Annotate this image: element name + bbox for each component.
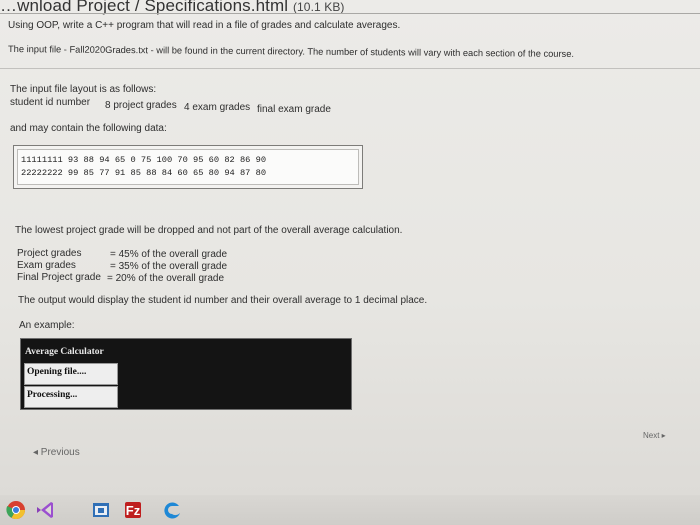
chrome-icon[interactable] <box>6 500 26 520</box>
edge-icon[interactable] <box>163 500 183 520</box>
next-link[interactable]: Next ▸ <box>643 431 666 440</box>
field-exam-grades: 4 exam grades <box>184 102 251 113</box>
weight-value-exam: = 35% of the overall grade <box>110 261 228 272</box>
field-project-grades: 8 project grades <box>105 100 177 111</box>
intro-line-2: The input file - Fall2020Grades.txt - wi… <box>7 44 575 59</box>
sample-label: and may contain the following data: <box>10 123 167 134</box>
intro-line-1: Using OOP, write a C++ program that will… <box>8 20 401 31</box>
visual-studio-icon[interactable] <box>35 500 55 520</box>
weight-label-project: Project grades <box>17 248 82 259</box>
svg-text:Fz: Fz <box>126 503 141 518</box>
field-student-id: student id number <box>10 97 91 108</box>
console-processing-text: Processing... <box>27 390 78 400</box>
output-note: The output would display the student id … <box>18 295 428 306</box>
console-opening-line: Opening file.... <box>24 363 118 385</box>
weight-value-final: = 20% of the overall grade <box>107 273 225 284</box>
file-size: (10.1 KB) <box>292 0 345 14</box>
sample-data-box: 11111111 93 88 94 65 0 75 100 70 95 60 8… <box>13 145 363 189</box>
previous-link[interactable]: ◂ Previous <box>33 447 80 458</box>
drop-note: The lowest project grade will be dropped… <box>15 225 403 236</box>
title-divider <box>0 13 700 14</box>
console-processing-line: Processing... <box>24 386 118 408</box>
field-final-exam: final exam grade <box>257 104 331 115</box>
section-divider <box>0 68 700 69</box>
sample-row-1: 11111111 93 88 94 65 0 75 100 70 95 60 8… <box>21 155 267 165</box>
example-label: An example: <box>19 320 75 331</box>
app-window-icon[interactable] <box>91 500 111 520</box>
sample-row-2: 22222222 99 85 77 91 85 88 84 60 65 80 9… <box>21 168 267 178</box>
console-output: Average Calculator Opening file.... Proc… <box>20 338 352 410</box>
taskbar: Fz <box>0 495 700 525</box>
document-page: …wnload Project / Specifications.html (1… <box>0 0 700 495</box>
weight-value-project: = 45% of the overall grade <box>110 249 228 260</box>
weight-label-exam: Exam grades <box>17 260 76 271</box>
filezilla-icon[interactable]: Fz <box>123 500 143 520</box>
layout-heading: The input file layout is as follows: <box>10 84 157 95</box>
console-opening-text: Opening file.... <box>27 367 87 377</box>
console-title: Average Calculator <box>25 347 104 357</box>
weight-label-final: Final Project grade <box>17 272 101 283</box>
